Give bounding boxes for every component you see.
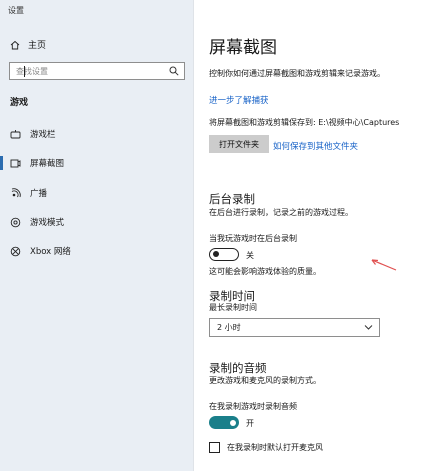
home-icon bbox=[10, 40, 20, 49]
recorded-audio-heading: 录制的音频 bbox=[209, 361, 267, 375]
recorded-audio-toggle[interactable] bbox=[209, 416, 239, 429]
section-label-games: 游戏 bbox=[10, 98, 29, 108]
search-input[interactable] bbox=[16, 66, 166, 76]
page-title: 屏幕截图 bbox=[209, 38, 277, 58]
game-bar-icon bbox=[10, 129, 21, 138]
page-description: 控制你如何通过屏幕截图和游戏剪辑来记录游戏。 bbox=[209, 69, 385, 78]
background-recording-note: 这可能会影响游戏体验的质量。 bbox=[209, 267, 321, 276]
toggle-knob bbox=[213, 251, 219, 257]
sidebar-item-label: 屏幕截图 bbox=[30, 159, 65, 169]
capture-icon bbox=[10, 159, 21, 167]
sidebar: 设置 主页 游戏 游戏栏 屏幕截图 广 bbox=[0, 0, 194, 471]
background-recording-heading: 后台录制 bbox=[209, 192, 255, 206]
recording-time-sublabel: 最长录制时间 bbox=[209, 303, 257, 312]
default-mic-checkbox-row[interactable]: 在我录制时默认打开麦克风 bbox=[209, 442, 323, 453]
toggle-knob bbox=[230, 419, 236, 426]
window-title: 设置 bbox=[8, 6, 24, 15]
recorded-audio-toggle-state: 开 bbox=[246, 419, 254, 428]
background-recording-subtext: 在后台进行录制，记录之前的游戏过程。 bbox=[209, 208, 353, 217]
max-recording-time-dropdown[interactable]: 2 小时 bbox=[209, 318, 380, 337]
sidebar-item-label: Xbox 网络 bbox=[30, 247, 71, 257]
sidebar-item-label: 游戏模式 bbox=[30, 218, 65, 228]
default-mic-checkbox[interactable] bbox=[209, 442, 220, 453]
text-cursor bbox=[24, 66, 25, 77]
sidebar-item-label: 游戏栏 bbox=[30, 130, 56, 140]
default-mic-checkbox-label: 在我录制时默认打开麦克风 bbox=[227, 443, 323, 452]
sidebar-item-xbox-networking[interactable]: Xbox 网络 bbox=[0, 240, 193, 262]
broadcast-icon bbox=[11, 187, 21, 197]
recorded-audio-subtext: 更改游戏和麦克风的录制方式。 bbox=[209, 376, 321, 385]
other-folder-link[interactable]: 如何保存到其他文件夹 bbox=[273, 140, 358, 152]
sidebar-item-game-mode[interactable]: 游戏模式 bbox=[0, 211, 193, 233]
game-mode-icon bbox=[10, 217, 21, 227]
dropdown-selected-value: 2 小时 bbox=[217, 323, 241, 332]
background-recording-toggle-label: 当我玩游戏时在后台录制 bbox=[209, 234, 297, 243]
background-recording-toggle-state: 关 bbox=[246, 251, 254, 260]
search-box[interactable] bbox=[9, 62, 185, 80]
sidebar-item-broadcasting[interactable]: 广播 bbox=[0, 182, 193, 204]
save-path-text: 将屏幕截图和游戏剪辑保存到: E:\视频中心\Captures bbox=[209, 118, 400, 127]
sidebar-item-game-bar[interactable]: 游戏栏 bbox=[0, 123, 193, 145]
search-icon[interactable] bbox=[169, 66, 179, 76]
background-recording-toggle[interactable] bbox=[209, 248, 239, 261]
sidebar-item-label: 广播 bbox=[30, 189, 48, 199]
recorded-audio-toggle-label: 在我录制游戏时录制音频 bbox=[209, 402, 297, 411]
sidebar-home-label: 主页 bbox=[28, 41, 47, 51]
sidebar-item-captures[interactable]: 屏幕截图 bbox=[0, 152, 193, 174]
sidebar-home[interactable]: 主页 bbox=[10, 38, 46, 51]
annotation-arrow-icon bbox=[371, 259, 397, 271]
open-folder-button[interactable]: 打开文件夹 bbox=[209, 135, 269, 153]
learn-more-link[interactable]: 进一步了解捕获 bbox=[209, 94, 269, 106]
chevron-down-icon bbox=[364, 325, 373, 330]
xbox-icon bbox=[10, 246, 21, 256]
